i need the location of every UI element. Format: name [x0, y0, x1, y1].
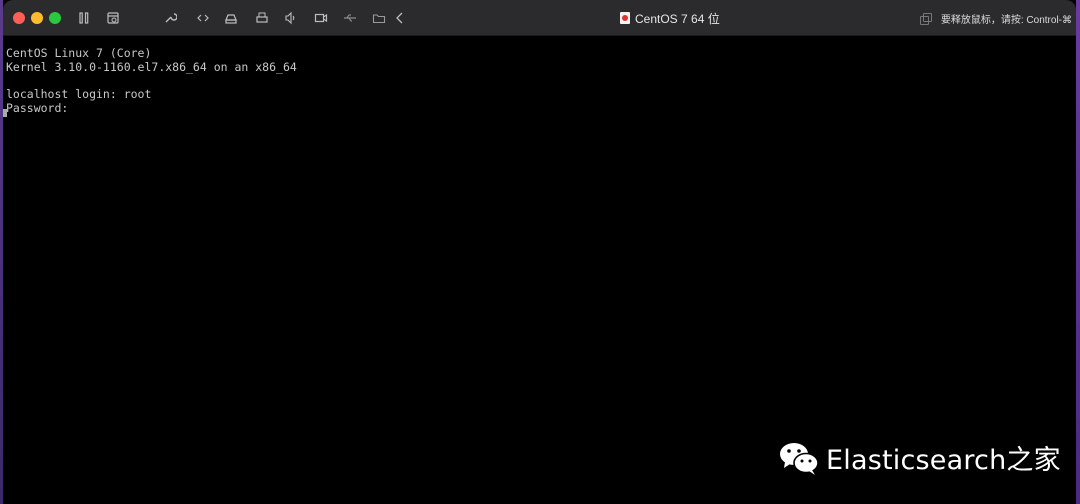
console-line-password: Password:: [6, 101, 69, 115]
watermark-text: Elasticsearch之家: [826, 445, 1061, 476]
zoom-window-button[interactable]: [49, 12, 61, 24]
code-button[interactable]: [194, 9, 212, 27]
copy-icon[interactable]: [919, 13, 932, 25]
printer-icon: [256, 12, 268, 23]
desktop-background-right: [1076, 0, 1080, 504]
window-title-text: CentOS 7 64 位: [635, 11, 720, 26]
usb-icon: [344, 14, 356, 22]
close-window-button[interactable]: [13, 12, 25, 24]
console-line-kernel: Kernel 3.10.0-1160.el7.x86_64 on an x86_…: [6, 60, 297, 74]
pause-icon: [79, 12, 89, 24]
printer-button[interactable]: [253, 9, 271, 27]
release-mouse-hint: 要释放鼠标，请按: Control-⌘: [919, 11, 1072, 26]
console-line-login: localhost login: root: [6, 87, 152, 101]
usb-button[interactable]: [341, 9, 359, 27]
back-button[interactable]: [391, 9, 409, 27]
vm-window: CentOS 7 64 位 要释放鼠标，请按: Control-⌘ CentOS…: [3, 0, 1076, 504]
wechat-logo-icon: [780, 442, 819, 475]
vm-console[interactable]: CentOS Linux 7 (Core) Kernel 3.10.0-1160…: [3, 36, 1076, 504]
window-title: CentOS 7 64 位: [620, 11, 720, 26]
release-mouse-text: 要释放鼠标，请按: Control-⌘: [940, 15, 1072, 26]
console-line-os: CentOS Linux 7 (Core): [6, 46, 152, 60]
settings-button[interactable]: [161, 9, 179, 27]
minimize-window-button[interactable]: [31, 12, 43, 24]
speaker-icon: [285, 11, 295, 25]
camera-icon: [314, 13, 328, 23]
title-bar[interactable]: CentOS 7 64 位 要释放鼠标，请按: Control-⌘: [3, 0, 1076, 36]
sound-button[interactable]: [282, 9, 300, 27]
shared-folder-button[interactable]: [370, 9, 388, 27]
code-icon: [197, 14, 209, 22]
watermark: Elasticsearch之家: [778, 438, 1061, 477]
drive-icon: [225, 14, 237, 24]
vm-document-icon: [620, 12, 630, 24]
chevron-left-icon: [396, 12, 403, 24]
wrench-icon: [165, 13, 177, 23]
drive-button[interactable]: [222, 9, 240, 27]
camera-button[interactable]: [312, 9, 330, 27]
snapshot-icon: [107, 12, 119, 24]
shared-folder-icon: [372, 14, 386, 24]
snapshot-button[interactable]: [104, 9, 122, 27]
mouse-cursor-marker: [3, 109, 7, 117]
pause-button[interactable]: [75, 9, 93, 27]
